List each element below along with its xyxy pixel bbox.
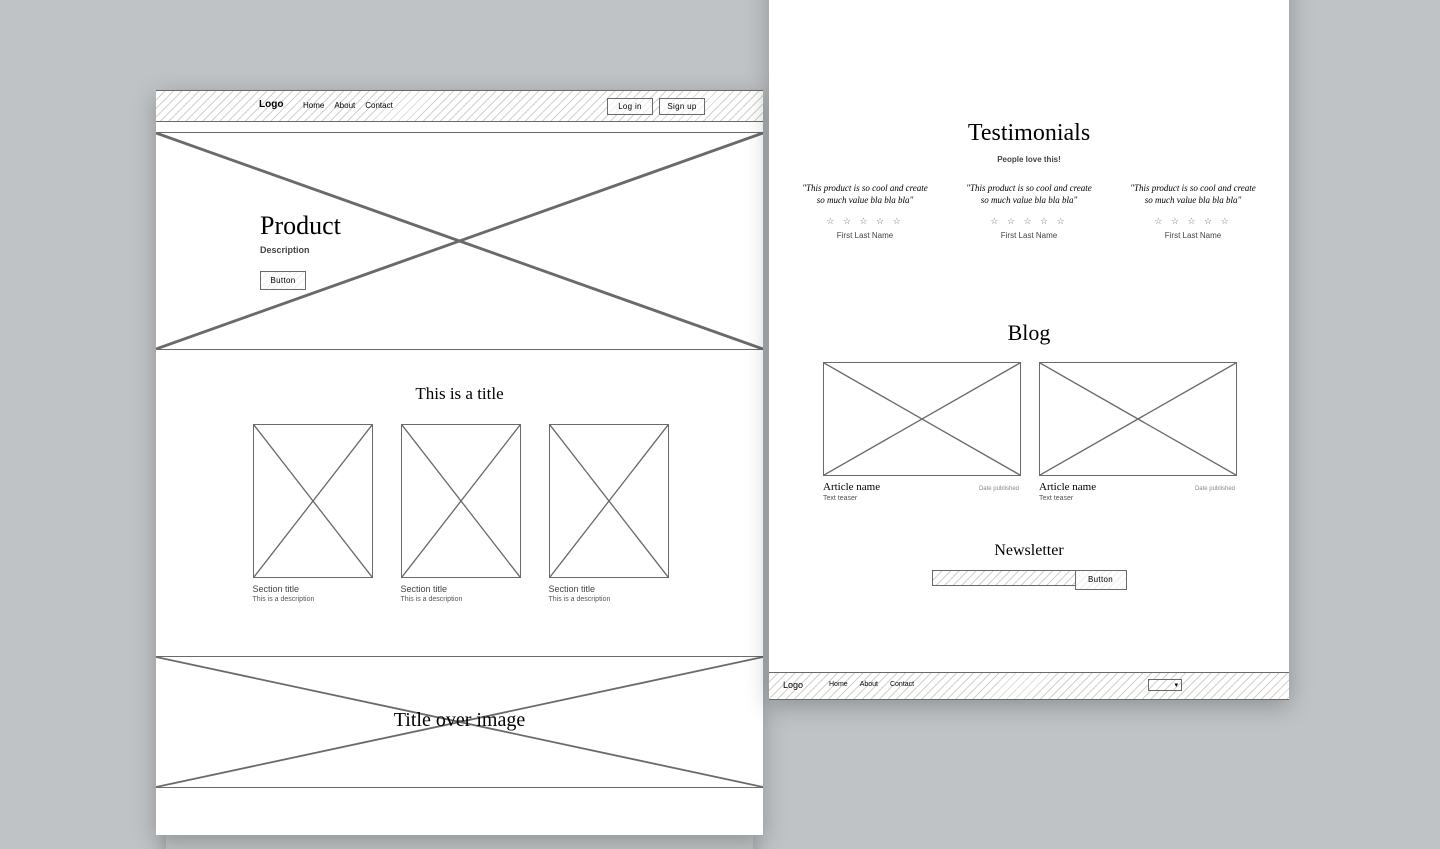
feature-image-placeholder	[253, 424, 373, 578]
features-title: This is a title	[156, 384, 763, 404]
footer-link-home[interactable]: Home	[829, 681, 848, 688]
hero-image-placeholder: Product Description Button	[156, 132, 763, 350]
feature-card-title: Section title	[549, 584, 667, 594]
blog-post-date: Date published	[979, 486, 1019, 492]
banner-image-placeholder: Title over image	[156, 656, 763, 788]
footer-dropdown[interactable]: ▾	[1148, 679, 1182, 691]
footer-link-contact[interactable]: Contact	[890, 681, 914, 688]
feature-image-placeholder	[549, 424, 669, 578]
feature-card: Section title This is a description	[549, 424, 667, 603]
testimonial-author: First Last Name	[1128, 231, 1258, 240]
testimonial-author: First Last Name	[964, 231, 1094, 240]
blog-section: Blog Article name Date published Text te…	[769, 320, 1289, 502]
nav-link-home[interactable]: Home	[303, 101, 324, 110]
blog-post-teaser: Text teaser	[823, 495, 1019, 502]
feature-card-title: Section title	[401, 584, 519, 594]
feature-card-desc: This is a description	[401, 596, 519, 603]
feature-card-desc: This is a description	[549, 596, 667, 603]
testimonial-author: First Last Name	[800, 231, 930, 240]
feature-card-desc: This is a description	[253, 596, 371, 603]
footer-link-about[interactable]: About	[860, 681, 878, 688]
feature-card-title: Section title	[253, 584, 371, 594]
feature-card: Section title This is a description	[401, 424, 519, 603]
hero-title: Product	[260, 211, 341, 241]
blog-post-title: Article name	[823, 481, 880, 493]
signup-button[interactable]: Sign up	[659, 98, 705, 115]
nav-bar: Logo Home About Contact Log in Sign up	[156, 90, 763, 122]
newsletter-section: Newsletter Button	[769, 542, 1289, 590]
logo[interactable]: Logo	[259, 99, 283, 110]
feature-image-placeholder	[401, 424, 521, 578]
blog-image-placeholder	[823, 362, 1021, 476]
newsletter-submit-button[interactable]: Button	[1075, 570, 1127, 590]
testimonial-card: "This product is so cool and create so m…	[964, 182, 1094, 240]
feature-card: Section title This is a description	[253, 424, 371, 603]
testimonial-quote: "This product is so cool and create so m…	[964, 182, 1094, 206]
star-rating-icon: ☆ ☆ ☆ ☆ ☆	[800, 216, 930, 227]
wireframe-page-right: Testimonials People love this! "This pro…	[769, 0, 1289, 700]
banner-title: Title over image	[156, 709, 763, 732]
footer-logo[interactable]: Logo	[783, 680, 803, 690]
testimonials-section: Testimonials People love this! "This pro…	[769, 120, 1289, 240]
chevron-down-icon: ▾	[1174, 681, 1178, 689]
blog-title: Blog	[769, 320, 1289, 346]
testimonial-card: "This product is so cool and create so m…	[800, 182, 930, 240]
newsletter-email-input[interactable]	[932, 570, 1076, 586]
hero-description: Description	[260, 245, 310, 255]
wireframe-page-left: Logo Home About Contact Log in Sign up P…	[156, 90, 763, 835]
blog-post-date: Date published	[1195, 486, 1235, 492]
footer-bar: Logo Home About Contact ▾	[769, 672, 1289, 700]
blog-post-title: Article name	[1039, 481, 1096, 493]
blog-post-card[interactable]: Article name Date published Text teaser	[1039, 362, 1235, 502]
star-rating-icon: ☆ ☆ ☆ ☆ ☆	[1128, 216, 1258, 227]
newsletter-title: Newsletter	[769, 542, 1289, 560]
blog-post-teaser: Text teaser	[1039, 495, 1235, 502]
star-rating-icon: ☆ ☆ ☆ ☆ ☆	[964, 216, 1094, 227]
nav-link-about[interactable]: About	[334, 101, 355, 110]
blog-image-placeholder	[1039, 362, 1237, 476]
hero-cta-button[interactable]: Button	[260, 271, 306, 290]
testimonials-title: Testimonials	[769, 120, 1289, 147]
testimonial-quote: "This product is so cool and create so m…	[1128, 182, 1258, 206]
testimonials-subtitle: People love this!	[769, 155, 1289, 164]
nav-link-contact[interactable]: Contact	[365, 101, 393, 110]
features-section: This is a title Section title This is a …	[156, 372, 763, 640]
testimonial-quote: "This product is so cool and create so m…	[800, 182, 930, 206]
testimonial-card: "This product is so cool and create so m…	[1128, 182, 1258, 240]
blog-post-card[interactable]: Article name Date published Text teaser	[823, 362, 1019, 502]
login-button[interactable]: Log in	[607, 98, 653, 115]
